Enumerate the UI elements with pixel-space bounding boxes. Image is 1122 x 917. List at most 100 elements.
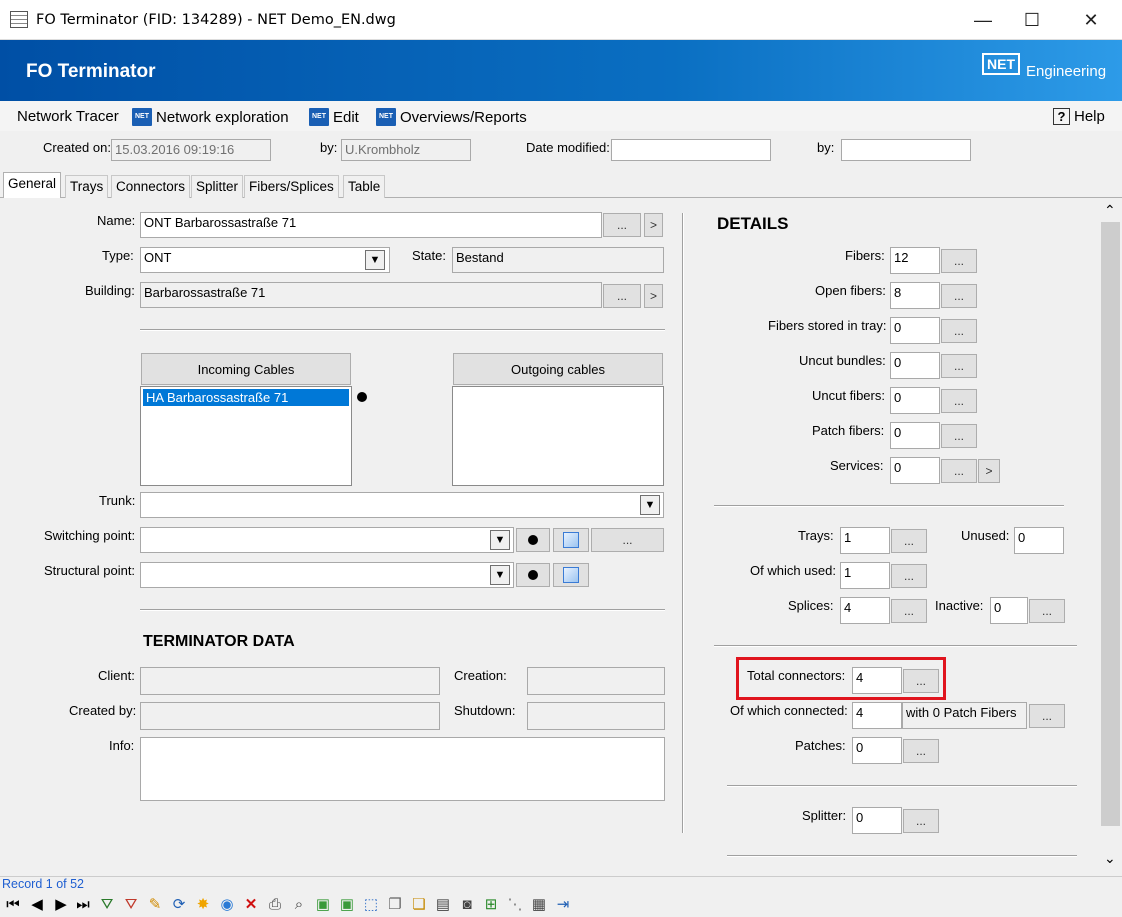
print-preview-icon[interactable]: ⌕ <box>290 895 308 913</box>
name-browse-button[interactable]: ... <box>603 213 641 237</box>
creation-field[interactable] <box>527 667 665 695</box>
tab-trays[interactable]: Trays <box>65 175 109 198</box>
pencil-icon[interactable]: ✎ <box>146 895 164 913</box>
info-field[interactable] <box>140 737 665 801</box>
uncut-fibers-browse-button[interactable]: ... <box>941 389 977 413</box>
client-field[interactable] <box>140 667 440 695</box>
globe-icon[interactable]: ◉ <box>218 895 236 913</box>
prev-record-icon[interactable]: ◀ <box>28 895 46 913</box>
splitter-browse-button[interactable]: ... <box>903 809 939 833</box>
name-field[interactable]: ONT Barbarossastraße 71 <box>140 212 602 238</box>
splitter-field[interactable]: 0 <box>852 807 902 834</box>
uncut-bundles-browse-button[interactable]: ... <box>941 354 977 378</box>
building-browse-button[interactable]: ... <box>603 284 641 308</box>
trays-field[interactable]: 1 <box>840 527 890 554</box>
tab-connectors[interactable]: Connectors <box>111 175 191 198</box>
structural-point-select[interactable] <box>140 562 514 588</box>
tab-table[interactable]: Table <box>343 175 386 198</box>
patch-fibers-browse-button[interactable]: ... <box>941 424 977 448</box>
inactive-field[interactable]: 0 <box>990 597 1028 624</box>
created-by-field[interactable]: U.Krombholz <box>341 139 471 161</box>
connected-browse-button[interactable]: ... <box>1029 704 1065 728</box>
remove-filter-icon[interactable]: ⛛ <box>122 895 140 913</box>
table-edit-icon[interactable]: ▦ <box>530 895 548 913</box>
menu-edit[interactable]: NET Edit <box>309 108 359 126</box>
modified-by-field[interactable] <box>841 139 971 161</box>
inactive-browse-button[interactable]: ... <box>1029 599 1065 623</box>
building-open-button[interactable]: > <box>644 284 663 308</box>
document-chart-icon[interactable]: ▤ <box>434 895 452 913</box>
splices-browse-button[interactable]: ... <box>891 599 927 623</box>
incoming-cables-button[interactable]: Incoming Cables <box>141 353 351 385</box>
services-field[interactable]: 0 <box>890 457 940 484</box>
of-which-used-field[interactable]: 1 <box>840 562 890 589</box>
patches-browse-button[interactable]: ... <box>903 739 939 763</box>
created-on-field[interactable]: 15.03.2016 09:19:16 <box>111 139 271 161</box>
chevron-down-icon[interactable]: ▼ <box>365 250 385 270</box>
scroll-up-icon[interactable]: ⌃ <box>1104 202 1116 219</box>
splices-field[interactable]: 4 <box>840 597 890 624</box>
network-icon[interactable]: ⋱ <box>506 895 524 913</box>
of-which-connected-field[interactable]: 4 <box>852 702 902 729</box>
scrollbar-thumb[interactable] <box>1101 222 1120 826</box>
type-select[interactable]: ONT <box>140 247 390 273</box>
open-fibers-browse-button[interactable]: ... <box>941 284 977 308</box>
created-by-field[interactable] <box>140 702 440 730</box>
fibers-field[interactable]: 12 <box>890 247 940 274</box>
menu-network-exploration[interactable]: NET Network exploration <box>132 108 289 126</box>
state-field[interactable]: Bestand <box>452 247 664 273</box>
locate-dot-icon[interactable] <box>357 392 367 402</box>
structural-object-button[interactable] <box>553 563 589 587</box>
tab-fibers-splices[interactable]: Fibers/Splices <box>244 175 339 198</box>
unused-field[interactable]: 0 <box>1014 527 1064 554</box>
copy-box-icon[interactable]: ❐ <box>386 895 404 913</box>
new-box-icon[interactable]: ❏ <box>410 895 428 913</box>
menu-help[interactable]: ? Help <box>1053 108 1105 125</box>
incoming-cables-list[interactable]: HA Barbarossastraße 71 <box>140 386 352 486</box>
add-filter-icon[interactable]: ⛛ <box>98 895 116 913</box>
tab-splitter[interactable]: Splitter <box>191 175 244 198</box>
services-open-button[interactable]: > <box>978 459 1000 483</box>
first-record-icon[interactable]: ⏮ <box>4 895 22 913</box>
next-record-icon[interactable]: ▶ <box>52 895 70 913</box>
scroll-down-icon[interactable]: ⌄ <box>1104 850 1116 867</box>
list-item[interactable]: HA Barbarossastraße 71 <box>143 389 349 406</box>
switching-locate-button[interactable] <box>516 528 550 552</box>
highlight-icon[interactable]: ✸ <box>194 895 212 913</box>
outgoing-cables-list[interactable] <box>452 386 664 486</box>
maximize-button[interactable]: ☐ <box>1009 6 1055 34</box>
services-browse-button[interactable]: ... <box>941 459 977 483</box>
uncut-bundles-field[interactable]: 0 <box>890 352 940 379</box>
switching-browse-button[interactable]: ... <box>591 528 664 552</box>
patch-fibers-field[interactable]: 0 <box>890 422 940 449</box>
trunk-select[interactable] <box>140 492 664 518</box>
switching-object-button[interactable] <box>553 528 589 552</box>
stored-fibers-browse-button[interactable]: ... <box>941 319 977 343</box>
exit-icon[interactable]: ⇥ <box>554 895 572 913</box>
patches-field[interactable]: 0 <box>852 737 902 764</box>
print-icon[interactable]: ⎙ <box>266 895 284 913</box>
close-button[interactable]: ✕ <box>1068 6 1114 34</box>
date-modified-field[interactable] <box>611 139 771 161</box>
menu-network-tracer[interactable]: Network Tracer <box>17 108 119 125</box>
connectors-browse-button[interactable]: ... <box>903 669 939 693</box>
trays-browse-button[interactable]: ... <box>891 529 927 553</box>
select-box-icon[interactable]: ⬚ <box>362 895 380 913</box>
menu-overviews-reports[interactable]: NET Overviews/Reports <box>376 108 527 126</box>
open-fibers-field[interactable]: 8 <box>890 282 940 309</box>
shutdown-field[interactable] <box>527 702 665 730</box>
structural-locate-button[interactable] <box>516 563 550 587</box>
green-boxes-icon[interactable]: ▣ <box>338 895 356 913</box>
refresh-icon[interactable]: ⟳ <box>170 895 188 913</box>
last-record-icon[interactable]: ⏭ <box>74 895 92 913</box>
name-open-button[interactable]: > <box>644 213 663 237</box>
document-circle-icon[interactable]: ◙ <box>458 895 476 913</box>
tab-general[interactable]: General <box>3 172 62 198</box>
outgoing-cables-button[interactable]: Outgoing cables <box>453 353 663 385</box>
delete-icon[interactable]: ✕ <box>242 895 260 913</box>
chevron-down-icon[interactable]: ▼ <box>490 530 510 550</box>
uncut-fibers-field[interactable]: 0 <box>890 387 940 414</box>
switching-point-select[interactable] <box>140 527 514 553</box>
chevron-down-icon[interactable]: ▼ <box>490 565 510 585</box>
fibers-browse-button[interactable]: ... <box>941 249 977 273</box>
